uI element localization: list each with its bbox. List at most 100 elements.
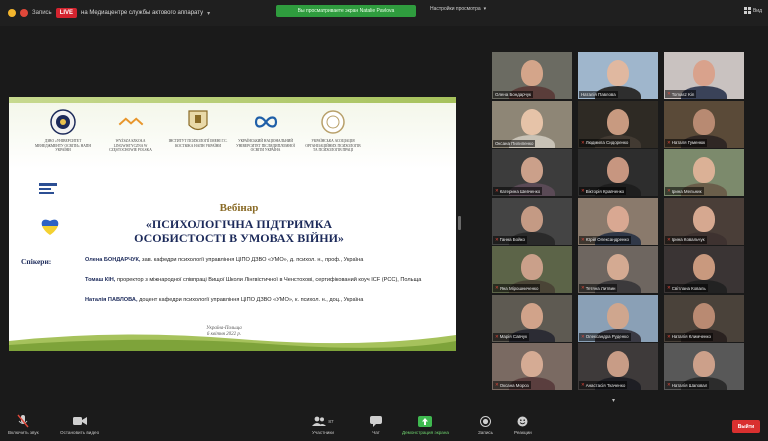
participant-name: Юрій Олександренко [585, 237, 629, 242]
gallery-next-page-icon[interactable]: ▾ [612, 397, 615, 404]
live-badge[interactable]: LIVE [55, 8, 78, 18]
participant-face [693, 302, 715, 329]
participant-name-tag: Олена Бондарчук [493, 91, 533, 98]
participant-tile[interactable]: ✕ Вікторія Кравченко [578, 149, 658, 196]
record-button[interactable]: Запись [478, 414, 493, 435]
participant-face [521, 254, 543, 280]
participant-tile[interactable]: ✕ Катерина Шевченко [492, 149, 572, 196]
wsl-logo-icon [118, 109, 144, 135]
splitter-handle[interactable] [458, 216, 461, 230]
participant-tile[interactable]: ✕ Марія Савчук [492, 294, 572, 342]
participant-name: Людмила Сидоренко [585, 140, 629, 145]
chevron-down-icon: ▾ [483, 6, 487, 12]
logo-kostiuk: ІНСТИТУТ ПСИХОЛОГІЇ ІМЕНІ Г.С. КОСТЮКА Н… [168, 109, 228, 179]
participant-tile[interactable]: ✕ Яна Мірошниченко [492, 246, 572, 293]
participant-tile[interactable]: ✕ Tomasz Kin [664, 52, 744, 99]
participant-name: Tomasz Kin [671, 91, 695, 97]
view-options-dropdown[interactable]: Настройки просмотра ▾ [430, 6, 486, 12]
participant-tile[interactable]: ✕ Ірина Мельник [664, 149, 744, 196]
security-shield-icon[interactable] [8, 9, 16, 17]
record-icon [480, 414, 492, 428]
participant-name-tag: ✕ Tomasz Kin [665, 90, 697, 98]
webinar-title: «ПСИХОЛОГІЧНА ПІДТРИМКА ОСОБИСТОСТІ В УМ… [89, 217, 389, 245]
participant-tile[interactable]: ✕ Тетяна Литвин [578, 246, 658, 293]
participant-tile[interactable]: ✕ Анастасія Ткаченко [578, 343, 658, 390]
top-bar: Запись LIVE на Медиацентре службы актово… [0, 0, 768, 26]
microphone-muted-icon: ✕ [581, 139, 585, 145]
participant-face [521, 157, 543, 183]
participant-tile[interactable]: ✕ Ірина Ковальчук [664, 197, 744, 245]
participant-name: Олена Бондарчук [495, 92, 531, 97]
participant-name-tag: ✕ Наталія Шаповал [665, 381, 710, 389]
chat-label: Чат [372, 430, 380, 435]
recording-label: Запись [32, 10, 52, 16]
speaker-name: Наталія ПАВЛОВА, [85, 297, 138, 303]
participant-tile[interactable]: Оксана Пилипенко [492, 100, 572, 148]
microphone-muted-icon: ✕ [495, 285, 499, 290]
participant-name-tag: Оксана Пилипенко [493, 139, 536, 147]
participant-face [521, 60, 543, 86]
participant-tile[interactable]: ✕ Наталія Климченко [664, 294, 744, 342]
participant-name-tag: ✕ Марія Савчук [493, 332, 530, 341]
speaker-desc: доцент кафедри психології управління ЦІП… [139, 297, 364, 303]
meeting-toolbar: Включить звук Остановить видео 87 Участн… [0, 410, 768, 441]
participant-face [693, 351, 715, 377]
participant-tile[interactable]: ✕ Наталя Гуменюк [664, 100, 744, 148]
speaker-entry: Наталія ПАВЛОВА, доцент кафедри психолог… [85, 297, 443, 304]
participant-name-tag: ✕ Вікторія Кравченко [579, 187, 627, 195]
leave-meeting-button[interactable]: Выйти [732, 420, 760, 433]
speaker-entry: Олена БОНДАРЧУК, зав. кафедри психології… [85, 257, 443, 264]
share-screen-icon [418, 414, 433, 428]
participant-tile[interactable]: ✕ Світлана Коваль [664, 246, 744, 293]
participant-name: Яна Мірошниченко [499, 285, 539, 291]
participants-label: Участники [312, 430, 334, 435]
microphone-muted-icon: ✕ [667, 91, 671, 96]
participant-tile[interactable]: Олена Бондарчук [492, 52, 572, 99]
view-button-label: Вид [752, 7, 762, 14]
logo-caption: ІНСТИТУТ ПСИХОЛОГІЇ ІМЕНІ Г.С. КОСТЮКА Н… [168, 139, 228, 148]
participants-count: 87 [328, 418, 334, 424]
microphone-muted-icon: ✕ [581, 382, 585, 387]
participant-tile[interactable]: Наталія Павлова [578, 52, 658, 99]
participant-name-tag: ✕ Яна Мірошниченко [493, 284, 541, 292]
participants-button[interactable]: 87 Участники [312, 414, 334, 435]
chat-button[interactable]: Чат [370, 414, 382, 435]
partner-logos: ДЗВО «УНІВЕРСИТЕТ МЕНЕДЖМЕНТУ ОСВІТИ» НА… [33, 109, 363, 179]
participant-face [693, 254, 715, 280]
participant-name: Наталя Гуменюк [671, 140, 706, 145]
channel-dropdown-icon[interactable]: ▾ [207, 10, 210, 17]
unmute-button[interactable]: Включить звук [8, 414, 39, 435]
microphone-muted-icon: ✕ [667, 285, 671, 290]
record-label: Запись [478, 430, 494, 435]
participant-name: Наталія Павлова [581, 92, 616, 97]
speaker-name: Томаш КІН, [85, 277, 116, 283]
participant-face [607, 205, 629, 232]
stop-video-button[interactable]: Остановить видео [60, 414, 99, 435]
logo-wsl: WYŻSZA SZKOŁA LINGWISTYCZNA W CZĘSTOCHOW… [101, 109, 161, 179]
logo-caption: ДЗВО «УНІВЕРСИТЕТ МЕНЕДЖМЕНТУ ОСВІТИ» НА… [35, 139, 91, 153]
participant-name-tag: Наталія Павлова [579, 91, 618, 98]
view-button[interactable]: Вид [743, 7, 762, 14]
participant-name: Марія Савчук [499, 334, 528, 339]
participant-tile[interactable]: ✕ Оксана Мороз [492, 343, 572, 390]
participant-face [607, 351, 629, 377]
participant-tile[interactable]: ✕ Людмила Сидоренко [578, 100, 658, 148]
reactions-label: Реакции [514, 430, 532, 435]
participant-face [607, 108, 629, 135]
participant-tile[interactable]: ✕ Наталія Шаповал [664, 343, 744, 390]
participant-name-tag: ✕ Оксана Мороз [493, 381, 531, 389]
participant-name: Анастасія Ткаченко [585, 382, 626, 388]
live-channel-name[interactable]: на Медиацентре службы актового аппарату [81, 10, 203, 16]
participant-face [693, 60, 715, 86]
speaker-entry: Томаш КІН, проректор з міжнародної співп… [85, 277, 443, 284]
participant-tile[interactable]: ✕ Ганна Бойко [492, 197, 572, 245]
participant-name-tag: ✕ Тетяна Литвин [579, 284, 618, 292]
participant-name-tag: ✕ Ірина Мельник [665, 187, 704, 195]
reactions-button[interactable]: Реакции [514, 414, 532, 435]
participant-tile[interactable]: ✕ Олександра Руденко [578, 294, 658, 342]
microphone-muted-icon: ✕ [667, 382, 671, 387]
share-screen-button[interactable]: Демонстрация экрана [402, 414, 449, 435]
participant-tile[interactable]: ✕ Юрій Олександренко [578, 197, 658, 245]
microphone-muted-icon [17, 414, 29, 428]
participant-face [693, 157, 715, 183]
